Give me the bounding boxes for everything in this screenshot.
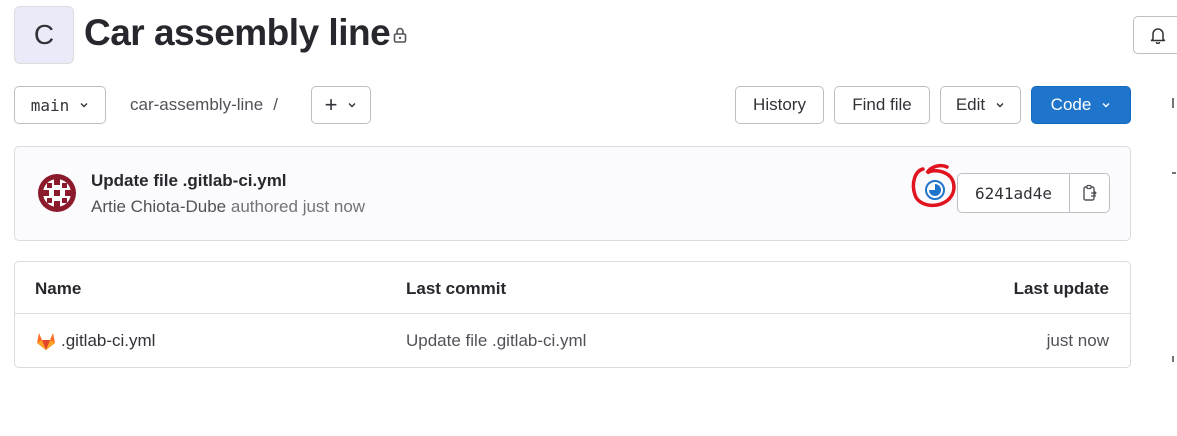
- code-label: Code: [1050, 95, 1092, 114]
- notifications-button[interactable]: [1133, 16, 1177, 54]
- table-row[interactable]: .gitlab-ci.yml Update file .gitlab-ci.ym…: [15, 315, 1130, 367]
- project-title: Car assembly line: [84, 12, 391, 53]
- table-header-row: Name Last commit Last update: [15, 262, 1130, 314]
- find-file-button[interactable]: Find file: [834, 86, 930, 124]
- breadcrumb: car-assembly-line /: [130, 95, 278, 115]
- breadcrumb-project-link[interactable]: car-assembly-line: [130, 95, 263, 114]
- file-name-link[interactable]: .gitlab-ci.yml: [61, 331, 155, 351]
- gitlab-file-icon: [37, 333, 55, 350]
- chevron-down-icon: [1102, 103, 1110, 108]
- commit-author-link[interactable]: Artie Chiota-Dube: [91, 197, 226, 216]
- file-name-cell: .gitlab-ci.yml: [35, 331, 155, 351]
- plus-icon: +: [324, 92, 338, 117]
- commit-meta: Artie Chiota-Dube authored just now: [91, 197, 365, 217]
- file-last-update: just now: [1046, 331, 1109, 350]
- commit-message-link[interactable]: Update file .gitlab-ci.yml: [91, 171, 287, 191]
- branch-name: main: [30, 95, 70, 115]
- sidebar-edge-mark: [1172, 172, 1176, 174]
- column-header-name: Name: [35, 279, 82, 298]
- add-to-tree-dropdown[interactable]: +: [311, 86, 371, 124]
- file-last-commit-link[interactable]: Update file .gitlab-ci.yml: [406, 331, 586, 351]
- edit-dropdown[interactable]: Edit: [940, 86, 1021, 124]
- code-dropdown[interactable]: Code: [1031, 86, 1131, 124]
- chevron-down-icon: [80, 103, 88, 108]
- project-avatar-letter: C: [33, 19, 55, 50]
- copy-sha-button[interactable]: [1070, 174, 1109, 212]
- branch-selector[interactable]: main: [14, 86, 106, 124]
- commit-sha-group: 6241ad4e: [957, 173, 1110, 213]
- column-header-last-commit: Last commit: [406, 279, 507, 298]
- breadcrumb-separator: /: [273, 95, 278, 114]
- last-commit-panel: Update file .gitlab-ci.yml Artie Chiota-…: [14, 146, 1131, 241]
- pipeline-running-icon[interactable]: [905, 155, 965, 215]
- commit-sha-link[interactable]: 6241ad4e: [958, 174, 1070, 212]
- edit-label: Edit: [955, 95, 986, 114]
- file-tree-table: Name Last commit Last update .gitlab-ci.…: [14, 261, 1131, 368]
- copy-icon: [1082, 184, 1097, 201]
- bell-icon: [1150, 28, 1166, 44]
- author-avatar[interactable]: [37, 173, 77, 213]
- chevron-down-icon: [348, 103, 356, 108]
- sidebar-edge-mark: [1172, 356, 1174, 362]
- project-avatar[interactable]: C: [14, 6, 74, 64]
- lock-icon: [393, 27, 407, 43]
- column-header-last-update: Last update: [1013, 279, 1109, 298]
- sidebar-edge-mark: [1172, 98, 1174, 108]
- chevron-down-icon: [996, 103, 1004, 108]
- history-button[interactable]: History: [735, 86, 824, 124]
- commit-authored-time: authored just now: [230, 197, 366, 216]
